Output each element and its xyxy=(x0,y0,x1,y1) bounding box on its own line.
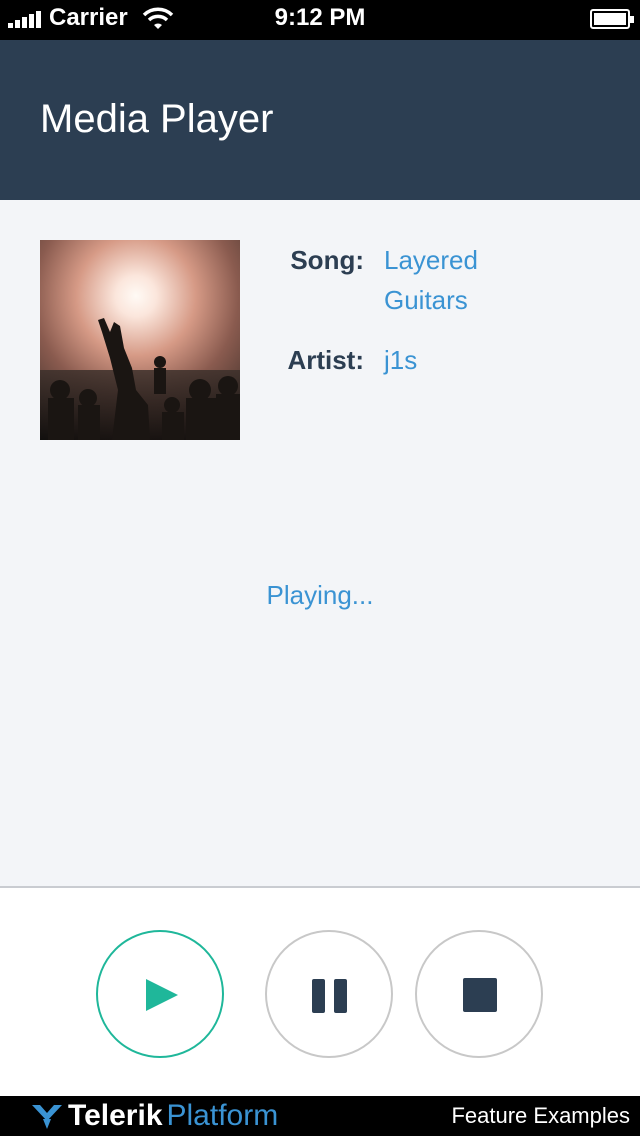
pause-button[interactable] xyxy=(265,930,393,1058)
song-value-line1: Layered xyxy=(384,245,478,275)
status-bar: Carrier 9:12 PM xyxy=(0,0,640,40)
stop-icon xyxy=(463,978,497,1012)
status-time: 9:12 PM xyxy=(274,4,366,31)
page-title: Media Player xyxy=(40,97,274,141)
footer-bar: Telerik Platform Feature Examples xyxy=(0,1096,640,1136)
artist-value: j1s xyxy=(384,345,418,375)
artist-label: Artist: xyxy=(287,345,364,375)
battery-icon xyxy=(590,9,634,29)
play-icon xyxy=(146,979,178,1011)
feature-examples-link[interactable]: Feature Examples xyxy=(451,1103,630,1129)
play-button[interactable] xyxy=(96,930,224,1058)
song-value-line2: Guitars xyxy=(384,285,468,315)
stop-button[interactable] xyxy=(415,930,543,1058)
player-controls xyxy=(0,886,640,1096)
brand-telerik: Telerik xyxy=(68,1099,163,1132)
playback-status: Playing... xyxy=(266,580,374,610)
album-art-image xyxy=(40,240,240,440)
brand-logo[interactable]: Telerik Platform xyxy=(30,1098,278,1134)
telerik-logo-icon xyxy=(32,1105,62,1129)
brand-platform: Platform xyxy=(166,1099,279,1132)
song-label: Song: xyxy=(290,245,364,275)
app-header: Media Player xyxy=(0,40,640,200)
